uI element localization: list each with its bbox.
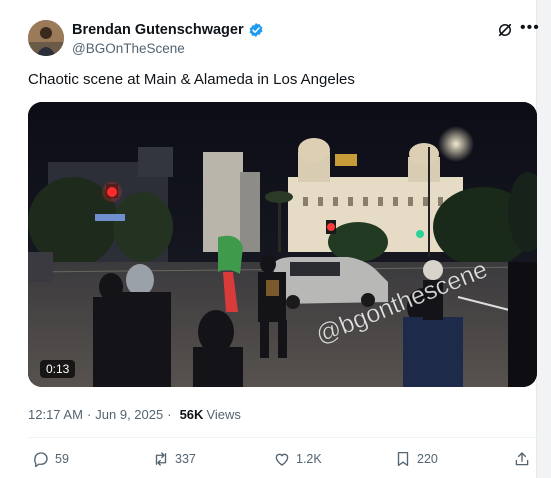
like-button[interactable]: 1.2K (273, 450, 322, 468)
verified-badge-icon (249, 23, 263, 37)
meta-separator: · (86, 407, 92, 422)
repost-icon (155, 452, 167, 466)
author-name-row: Brendan Gutenschwager (72, 22, 264, 38)
video-duration-badge: 0:13 (40, 360, 76, 378)
action-bar: 59 337 1.2K 220 (0, 450, 537, 472)
tweet-date[interactable]: Jun 9, 2025 (95, 407, 163, 422)
share-icon (515, 452, 529, 466)
tweet-card: Brendan Gutenschwager @BGOnTheScene ••• … (0, 0, 540, 478)
views-count[interactable]: 56K (180, 407, 204, 422)
meta-separator-2: · (167, 407, 172, 422)
share-button[interactable] (513, 450, 531, 468)
video-player[interactable]: @bgonthescene 0:13 (28, 102, 537, 387)
heart-icon (275, 453, 289, 466)
avatar[interactable] (28, 20, 64, 56)
tweet-time[interactable]: 12:17 AM (28, 407, 83, 422)
divider (28, 437, 537, 438)
views-label: Views (206, 407, 241, 422)
reply-icon (34, 452, 48, 468)
tweet-meta: 12:17 AM · Jun 9, 2025 · 56K Views (28, 407, 241, 422)
repost-button[interactable]: 337 (152, 450, 196, 468)
author-name[interactable]: Brendan Gutenschwager (72, 22, 244, 38)
bookmark-icon (397, 451, 409, 467)
tweet-text: Chaotic scene at Main & Alameda in Los A… (28, 71, 355, 88)
like-count: 1.2K (296, 452, 322, 466)
video-frame: @bgonthescene (28, 102, 537, 387)
author-handle[interactable]: @BGOnTheScene (72, 41, 185, 56)
bookmark-count: 220 (417, 452, 438, 466)
bookmark-button[interactable]: 220 (394, 450, 438, 468)
reply-button[interactable]: 59 (32, 450, 69, 468)
grok-icon[interactable] (496, 21, 514, 39)
page-scrollbar-gutter (536, 0, 551, 478)
repost-count: 337 (175, 452, 196, 466)
reply-count: 59 (55, 452, 69, 466)
more-options-icon[interactable]: ••• (520, 19, 540, 37)
